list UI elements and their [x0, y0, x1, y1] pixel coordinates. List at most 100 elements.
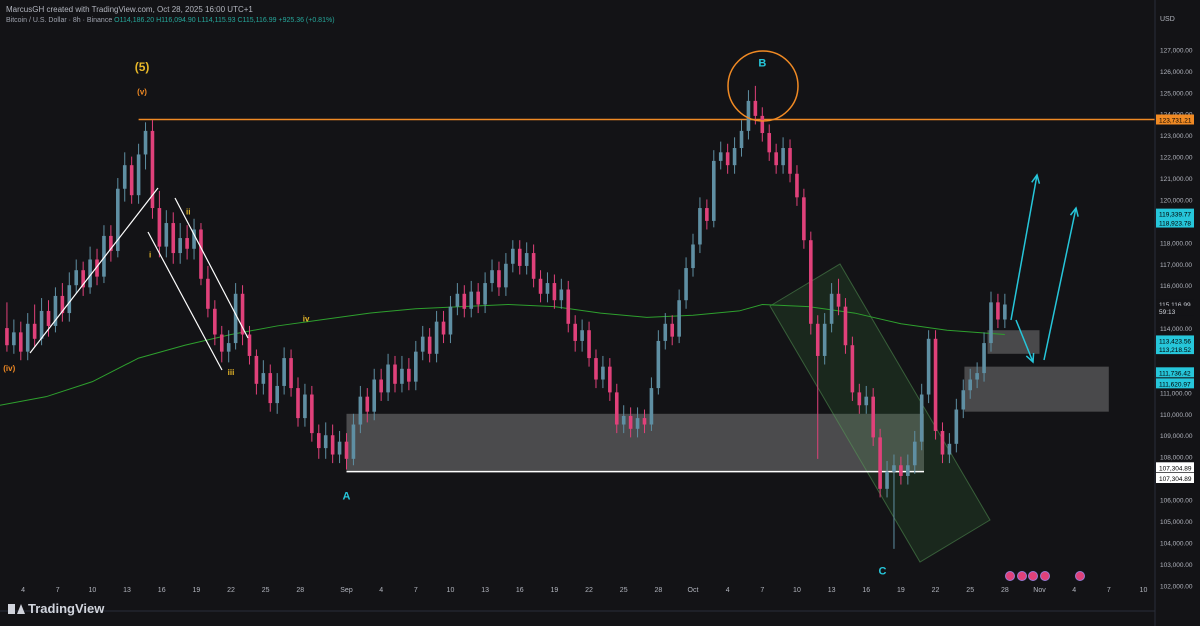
candle-body	[982, 343, 986, 374]
candle-body	[414, 351, 418, 382]
candle-body	[206, 278, 210, 309]
projection-arrow-up-2[interactable]	[1043, 207, 1077, 361]
time-tick-label: 19	[897, 587, 905, 594]
event-icon[interactable]	[1028, 571, 1038, 581]
candle-body	[718, 152, 723, 161]
time-tick-label: 16	[862, 587, 870, 594]
time-tick-label: Nov	[1033, 587, 1046, 594]
candle-body	[871, 396, 875, 438]
tradingview-logo-icon	[8, 603, 25, 614]
event-icon[interactable]	[1075, 571, 1085, 581]
time-tick-label: Oct	[688, 587, 699, 594]
candle-body	[635, 418, 640, 429]
candle-body	[143, 130, 148, 155]
price-tick-label: 102,000.00	[1160, 583, 1193, 590]
candle-body	[989, 302, 993, 344]
candle-body	[171, 223, 176, 254]
candle-body	[691, 244, 695, 269]
candle-body	[226, 343, 231, 352]
event-icon[interactable]	[1040, 571, 1050, 581]
candle-body	[1003, 304, 1007, 320]
time-tick-label: 28	[296, 587, 304, 594]
price-tick-label: 118,000.00	[1160, 240, 1192, 247]
candle-body	[219, 334, 224, 352]
projection-arrow-up-1[interactable]	[1010, 174, 1038, 321]
candle-body	[878, 437, 882, 489]
candle-body	[32, 323, 37, 339]
wave-label: i	[149, 250, 151, 259]
candle-body	[850, 345, 855, 393]
candle-body	[136, 154, 141, 196]
zone-box[interactable]	[964, 366, 1109, 412]
price-tick-label: 123,000.00	[1160, 133, 1193, 140]
candle-body	[559, 289, 564, 301]
candle-body	[649, 388, 654, 425]
event-icon[interactable]	[1005, 571, 1015, 581]
candle-body	[684, 268, 688, 301]
candle-body	[233, 293, 238, 344]
wave-label: A	[343, 491, 351, 503]
time-tick-label: 4	[21, 587, 25, 594]
time-tick-label: 28	[1001, 587, 1009, 594]
candle-body	[434, 321, 439, 354]
candle-body	[12, 332, 16, 346]
candle-body	[552, 283, 557, 301]
candle-body	[407, 368, 411, 382]
candle-body	[774, 152, 778, 166]
candle-body	[864, 396, 869, 406]
candle-body	[968, 379, 972, 391]
wave-label: (5)	[135, 60, 150, 74]
candle-body	[289, 358, 293, 389]
price-tick-label: 110,000.00	[1160, 412, 1192, 419]
tradingview-logo-text: TradingView	[28, 601, 105, 616]
candle-body	[628, 415, 633, 429]
wave-trend-line[interactable]	[29, 187, 159, 354]
time-tick-label: 7	[414, 587, 418, 594]
time-tick-label: 22	[227, 587, 235, 594]
candle-body	[476, 291, 480, 305]
time-tick-label: 13	[123, 587, 131, 594]
time-tick-label: 25	[262, 587, 270, 594]
candle-body	[330, 435, 335, 455]
candle-body	[511, 248, 515, 264]
wave-trend-line[interactable]	[147, 231, 223, 371]
wave-trend-line[interactable]	[174, 197, 249, 339]
candle-body	[746, 100, 751, 131]
candle-body	[490, 270, 494, 284]
price-tick-label: 111,000.00	[1160, 390, 1192, 397]
candle-body	[815, 323, 820, 356]
candle-body	[386, 364, 390, 393]
price-tick-label: 106,000.00	[1160, 498, 1193, 505]
candle-body	[18, 332, 23, 352]
candle-body	[344, 441, 349, 459]
candle-body	[829, 293, 834, 324]
candle-body	[975, 373, 979, 380]
time-tick-label: 4	[1072, 587, 1076, 594]
candle-body	[483, 283, 487, 305]
candle-body	[46, 310, 51, 326]
price-tag-label: 113,218.52	[1159, 347, 1191, 354]
time-tick-label: 22	[585, 587, 593, 594]
event-icon[interactable]	[1017, 571, 1027, 581]
time-tick-label: 25	[620, 587, 628, 594]
candle-body	[524, 253, 529, 266]
price-chart[interactable]: (5)(v)iiiiiiiv(iv)BAC102,000.00103,000.0…	[0, 0, 1200, 626]
candle-body	[5, 328, 9, 346]
candle-body	[303, 394, 307, 419]
candle-body	[843, 306, 848, 346]
candle-body	[892, 465, 896, 472]
price-tick-label: 117,000.00	[1160, 262, 1192, 269]
candle-body	[400, 368, 404, 384]
candle-body	[372, 379, 377, 412]
candle-body	[788, 148, 792, 174]
wave-label: C	[878, 566, 886, 578]
candle-body	[504, 263, 508, 288]
wave-label: (iv)	[3, 364, 15, 373]
price-tag-label: 123,731.21	[1159, 117, 1192, 124]
time-tick-label: 7	[760, 587, 764, 594]
price-tick-label: 121,000.00	[1160, 176, 1193, 183]
candle-body	[614, 392, 619, 425]
price-tick-label: 120,000.00	[1160, 197, 1193, 204]
zone-box[interactable]	[346, 413, 925, 472]
time-tick-label: 19	[551, 587, 559, 594]
